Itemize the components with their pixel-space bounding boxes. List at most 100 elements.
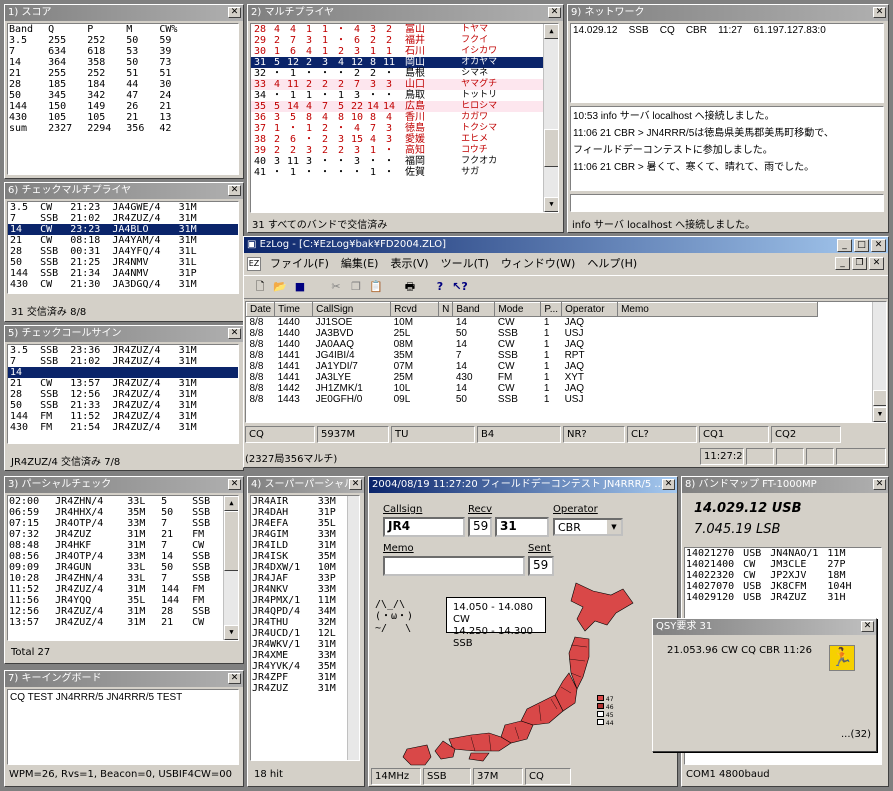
check-row[interactable]: 14	[8, 367, 238, 378]
log-row[interactable]: 8/8 1440 JA3BVD 25L 50 SSB 1 USJ	[247, 328, 818, 339]
partial-row[interactable]: 11:52 JR4ZUZ/4 31M 144 FM	[8, 584, 220, 595]
cut-icon[interactable]: ✂	[326, 278, 346, 296]
super-partial-row[interactable]: JR4YVK/4 35M	[251, 661, 343, 672]
check-row[interactable]: 3.5 SSB 23:36 JR4ZUZ/4 31M	[8, 345, 238, 356]
log-row[interactable]: 8/8 1441 JA1YDI/7 07M 14 CW 1 JAQ	[247, 361, 818, 372]
log-row[interactable]: 8/8 1442 JH1ZMK/1 10L 14 CW 1 JAQ	[247, 383, 818, 394]
bandmap-titlebar[interactable]: 8) バンドマップ FT-1000MP ✕	[682, 477, 888, 493]
log-row[interactable]: 8/8 1441 JG4IBI/4 35M 7 SSB 1 RPT	[247, 350, 818, 361]
partial-row[interactable]: 02:00 JR4ZHN/4 33L 5 SSB	[8, 496, 220, 507]
function-key-2[interactable]: 5937M	[317, 426, 389, 443]
multiplier-row[interactable]: 41 ・ 1 ・・・・ 1 ・佐賀 サガ	[251, 167, 543, 178]
print-icon[interactable]: 🖶	[400, 278, 420, 296]
bandmap-row[interactable]: 14029120 USB JR4ZUZ 31H	[685, 592, 860, 603]
log-col-header[interactable]: P...	[540, 302, 563, 317]
partial-row[interactable]: 13:57 JR4ZUZ/4 31M 21 CW	[8, 617, 220, 628]
menu-item[interactable]: 表示(V)	[384, 257, 434, 270]
menu-item[interactable]: ウィンドウ(W)	[495, 257, 581, 270]
score-row[interactable]: 28 185 184 44 30	[8, 79, 191, 90]
score-row[interactable]: 14 364 358 50 73	[8, 57, 191, 68]
check-row[interactable]: 50 SSB 21:25 JR4NMV 31L	[8, 257, 238, 268]
scroll-thumb[interactable]	[873, 390, 886, 406]
check-row[interactable]: 28 SSB 12:56 JR4ZUZ/4 31M	[8, 389, 238, 400]
check-multi-titlebar[interactable]: 6) チェックマルチプライヤ ✕	[5, 183, 243, 199]
close-icon[interactable]: ✕	[861, 621, 874, 632]
score-row[interactable]: 50 345 342 47 24	[8, 90, 191, 101]
super-partial-row[interactable]: JR4ISK 35M	[251, 551, 343, 562]
operator-select[interactable]: CBR ▼	[553, 518, 623, 536]
score-row[interactable]: 144 150 149 26 21	[8, 101, 191, 112]
log-col-header[interactable]: Band	[452, 302, 496, 317]
super-partial-row[interactable]: JR4ZUZ 31M	[251, 683, 343, 694]
super-partial-row[interactable]: JR4THU 32M	[251, 617, 343, 628]
partial-row[interactable]: 10:28 JR4ZHN/4 33L 7 SSB	[8, 573, 220, 584]
close-icon[interactable]: ✕	[873, 7, 886, 18]
scroll-thumb[interactable]	[544, 129, 558, 167]
score-row[interactable]: 7 634 618 53 39	[8, 46, 191, 57]
log-col-header[interactable]: CallSign	[312, 302, 392, 317]
partial-row[interactable]: 06:59 JR4HHX/4 35M 50 SSB	[8, 507, 220, 518]
check-row[interactable]: 50 SSB 21:33 JR4ZUZ/4 31M	[8, 400, 238, 411]
copy-icon[interactable]: ❐	[346, 278, 366, 296]
super-partial-row[interactable]: JR4NKV 33M	[251, 584, 343, 595]
check-row[interactable]: 21 CW 08:18 JA4YAM/4 31M	[8, 235, 238, 246]
score-row[interactable]: 3.5 255 252 50 59	[8, 35, 191, 46]
super-partial-row[interactable]: JR4GIM 33M	[251, 529, 343, 540]
log-col-header[interactable]: Mode	[494, 302, 542, 317]
super-partial-row[interactable]: JR4EFA 35L	[251, 518, 343, 529]
multiplier-row[interactable]: 28 4 4 1 1 ・ 4 3 2 富山 トヤマ	[251, 24, 543, 35]
new-file-icon[interactable]: 🗋	[250, 278, 270, 296]
log-row[interactable]: 8/8 1441 JA3LYE 25M 430 FM 1 XYT	[247, 372, 818, 383]
close-icon[interactable]: ✕	[228, 185, 241, 196]
menu-item[interactable]: ファイル(F)	[264, 257, 335, 270]
minimize-icon[interactable]: _	[837, 239, 852, 252]
multiplier-row[interactable]: 38 2 6 ・ 2 3 15 4 3 愛媛 エヒメ	[251, 134, 543, 145]
bandmap-row[interactable]: 14021400 CW JM3CLE 27P	[685, 559, 860, 570]
super-partial-row[interactable]: JR4WKV/1 31M	[251, 639, 343, 650]
check-row[interactable]: 430 FM 21:54 JR4ZUZ/4 31M	[8, 422, 238, 433]
score-row[interactable]: 430 105 105 21 13	[8, 112, 191, 123]
multiplier-row[interactable]: 35 5 14 4 7 5 22 14 14 広島 ヒロシマ	[251, 101, 543, 112]
check-row[interactable]: 7 SSB 21:02 JR4ZUZ/4 31M	[8, 213, 238, 224]
close-icon[interactable]: ✕	[228, 673, 241, 684]
close-icon[interactable]: ✕	[871, 239, 886, 252]
qsy-titlebar[interactable]: QSY要求 31 ✕	[653, 619, 876, 635]
paste-icon[interactable]: 📋	[366, 278, 386, 296]
function-key-7[interactable]: CQ1	[699, 426, 769, 443]
check-row[interactable]: 430 CW 21:30 JA3DGQ/4 31M	[8, 279, 238, 290]
memo-input[interactable]	[383, 556, 525, 576]
menu-item[interactable]: ツール(T)	[435, 257, 495, 270]
check-row[interactable]: 7 SSB 21:02 JR4ZUZ/4 31M	[8, 356, 238, 367]
scroll-down-icon[interactable]: ▼	[224, 625, 238, 640]
super-partial-row[interactable]: JR4XME 33M	[251, 650, 343, 661]
main-titlebar[interactable]: ▣ EzLog - [C:¥EzLog¥bak¥FD2004.ZLO] _ □ ✕	[244, 237, 888, 253]
check-call-titlebar[interactable]: 5) チェックコールサイン ✕	[5, 326, 243, 342]
check-row[interactable]: 144 SSB 21:34 JA4NMV 31P	[8, 268, 238, 279]
close-icon[interactable]: ✕	[662, 479, 675, 490]
super-partial-row[interactable]: JR4UCD/1 12L	[251, 628, 343, 639]
super-partial-row[interactable]: JR4DAH 31P	[251, 507, 343, 518]
log-col-header[interactable]: Rcvd	[390, 302, 440, 317]
partial-row[interactable]: 08:48 JR4HKF 31M 7 CW	[8, 540, 220, 551]
partial-row[interactable]: 09:09 JR4GUN 33L 50 SSB	[8, 562, 220, 573]
scroll-up-icon[interactable]: ▲	[544, 24, 558, 39]
super-partial-row[interactable]: JR4QPD/4 34M	[251, 606, 343, 617]
dropdown-arrow-icon[interactable]: ▼	[607, 520, 621, 534]
multiplier-row[interactable]: 29 2 7 3 1 ・ 6 2 2 福井 フクイ	[251, 35, 543, 46]
network-input[interactable]	[570, 194, 884, 212]
partial-scrollbar[interactable]: ▲ ▼	[223, 496, 238, 640]
save-disk-icon[interactable]: ■	[290, 278, 310, 296]
mdi-restore-icon[interactable]: ❐	[852, 257, 867, 270]
maximize-icon[interactable]: □	[854, 239, 869, 252]
super-partial-titlebar[interactable]: 4) スーパーパーシャル ✕	[248, 477, 364, 493]
partial-row[interactable]: 08:56 JR4OTP/4 33M 14 SSB	[8, 551, 220, 562]
super-partial-scrollbar[interactable]	[347, 496, 359, 760]
network-spot[interactable]: 14.029.12 SSB CQ CBR 11:27 61.197.127.83…	[571, 24, 883, 38]
menu-item[interactable]: ヘルプ(H)	[581, 257, 643, 270]
multiplier-titlebar[interactable]: 2) マルチプライヤ ✕	[248, 5, 563, 21]
open-folder-icon[interactable]: 📂	[270, 278, 290, 296]
close-icon[interactable]: ✕	[349, 479, 362, 490]
multiplier-row[interactable]: 30 1 6 4 1 2 3 1 1 石川 イシカワ	[251, 46, 543, 57]
function-key-4[interactable]: B4	[477, 426, 561, 443]
close-icon[interactable]: ✕	[228, 479, 241, 490]
